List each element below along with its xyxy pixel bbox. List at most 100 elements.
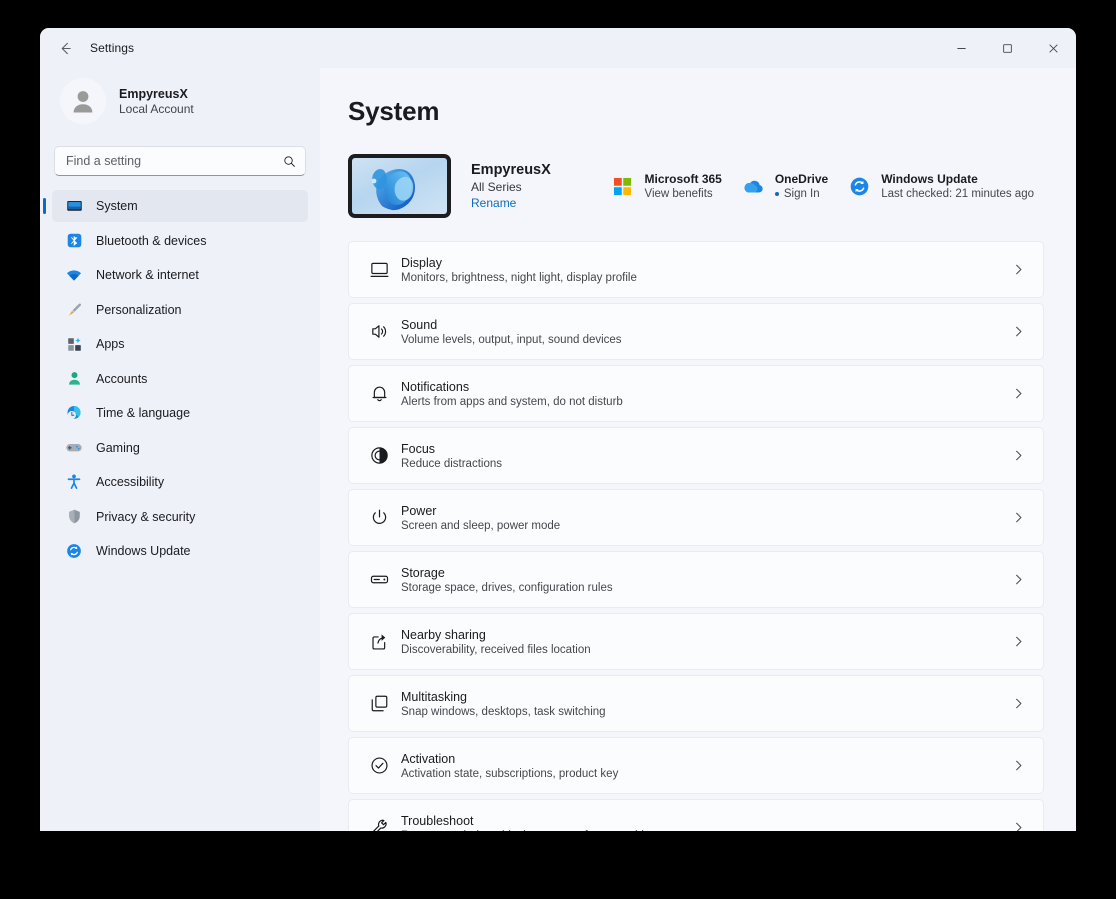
search-box[interactable] (54, 146, 306, 176)
sidebar-item-label: Privacy & security (96, 509, 196, 524)
sidebar-nav: System Bluetooth & devices Network & int… (52, 190, 308, 567)
sidebar-item-personalization[interactable]: Personalization (52, 294, 308, 326)
microsoft-logo-icon (611, 175, 633, 197)
status-card-microsoft-365[interactable]: Microsoft 365 View benefits (601, 166, 731, 206)
sidebar-item-apps[interactable]: Apps (52, 328, 308, 360)
status-card-onedrive[interactable]: OneDrive Sign In (732, 166, 838, 206)
settings-row-activation[interactable]: Activation Activation state, subscriptio… (348, 737, 1044, 794)
page-title: System (348, 96, 440, 126)
settings-row-storage[interactable]: Storage Storage space, drives, configura… (348, 551, 1044, 608)
row-sub: Discoverability, received files location (401, 643, 591, 656)
window-body: EmpyreusX Local Account Find a setting S… (40, 68, 1076, 831)
row-text: Troubleshoot Recommended troubleshooters… (401, 814, 669, 832)
sidebar-item-label: Apps (96, 337, 125, 351)
sidebar-item-label: Accessibility (96, 475, 165, 489)
status-sub: View benefits (644, 188, 713, 200)
row-text: Nearby sharing Discoverability, received… (401, 628, 591, 656)
bell-icon (357, 383, 401, 404)
chevron-right-icon (1012, 325, 1025, 338)
row-text: Storage Storage space, drives, configura… (401, 566, 613, 594)
row-title: Nearby sharing (401, 627, 486, 642)
status-sub: Sign In (774, 188, 828, 200)
settings-row-multitasking[interactable]: Multitasking Snap windows, desktops, tas… (348, 675, 1044, 732)
sidebar-item-label: Windows Update (96, 544, 191, 558)
sidebar-item-privacy-security[interactable]: Privacy & security (52, 501, 308, 533)
bluetooth-icon (65, 232, 83, 250)
check-circle-icon (357, 755, 401, 776)
row-sub: Recommended troubleshooters, preferences… (401, 830, 669, 832)
power-icon (357, 507, 401, 528)
status-cards: Microsoft 365 View benefits OneDrive Sig… (601, 166, 1044, 206)
brush-icon (65, 301, 83, 319)
sidebar-item-system[interactable]: System (52, 190, 308, 222)
settings-row-focus[interactable]: Focus Reduce distractions (348, 427, 1044, 484)
settings-row-nearby-sharing[interactable]: Nearby sharing Discoverability, received… (348, 613, 1044, 670)
sidebar-item-accounts[interactable]: Accounts (52, 363, 308, 395)
maximize-button[interactable] (984, 28, 1030, 68)
device-thumbnail (348, 154, 451, 218)
row-title: Storage (401, 565, 445, 580)
sidebar-item-label: Gaming (96, 440, 140, 455)
settings-row-display[interactable]: Display Monitors, brightness, night ligh… (348, 241, 1044, 298)
sidebar-item-label: Network & internet (96, 268, 199, 282)
close-icon (1048, 43, 1058, 53)
sidebar-item-accessibility[interactable]: Accessibility (52, 466, 308, 498)
chevron-right-icon (1012, 387, 1025, 400)
account-card[interactable]: EmpyreusX Local Account (52, 68, 308, 130)
windows-bloom-wallpaper (352, 158, 447, 214)
settings-row-notifications[interactable]: Notifications Alerts from apps and syste… (348, 365, 1044, 422)
search-icon (283, 155, 296, 168)
minimize-icon (956, 47, 966, 49)
row-title: Focus (401, 441, 436, 456)
minimize-button[interactable] (938, 28, 984, 68)
row-title: Notifications (401, 379, 470, 394)
status-sub: Last checked: 21 minutes ago (881, 188, 1034, 200)
row-title: Display (401, 255, 442, 270)
row-title: Multitasking (401, 689, 467, 704)
sidebar-item-label: Personalization (96, 302, 182, 317)
speaker-icon (357, 321, 401, 342)
wrench-icon (357, 817, 401, 831)
display-icon (357, 259, 401, 280)
chevron-right-icon (1012, 573, 1025, 586)
account-name: EmpyreusX (119, 86, 188, 101)
status-text: Windows Update Last checked: 21 minutes … (881, 172, 1034, 200)
status-text: OneDrive Sign In (774, 172, 829, 200)
sidebar-item-bluetooth-devices[interactable]: Bluetooth & devices (52, 225, 308, 257)
settings-window: Settings EmpyreusX Local Account Find a … (40, 28, 1076, 831)
maximize-icon (1002, 43, 1012, 53)
settings-row-sound[interactable]: Sound Volume levels, output, input, soun… (348, 303, 1044, 360)
status-title: OneDrive (774, 172, 829, 186)
sidebar-item-label: Time & language (96, 406, 191, 420)
sidebar-item-gaming[interactable]: Gaming (52, 432, 308, 464)
shield-icon (65, 508, 83, 526)
status-dot (774, 192, 779, 196)
rename-link[interactable]: Rename (471, 196, 551, 210)
settings-rows: Display Monitors, brightness, night ligh… (348, 241, 1044, 831)
apps-icon (65, 335, 83, 353)
account-icon (65, 370, 83, 388)
update-icon (65, 542, 83, 560)
sidebar-item-network-internet[interactable]: Network & internet (52, 259, 308, 291)
avatar (60, 78, 106, 124)
close-button[interactable] (1030, 28, 1076, 68)
sidebar-item-label: Accounts (96, 371, 148, 386)
onedrive-cloud-icon (742, 175, 764, 197)
chevron-right-icon (1012, 263, 1025, 276)
status-sub-label: Sign In (783, 188, 820, 200)
monitor-icon (65, 197, 83, 215)
settings-row-troubleshoot[interactable]: Troubleshoot Recommended troubleshooters… (348, 799, 1044, 831)
row-title: Power (401, 503, 437, 518)
row-sub: Snap windows, desktops, task switching (401, 705, 606, 718)
search-input[interactable] (66, 154, 283, 168)
settings-row-power[interactable]: Power Screen and sleep, power mode (348, 489, 1044, 546)
back-button[interactable] (48, 33, 82, 63)
chevron-right-icon (1012, 511, 1025, 524)
update-sync-icon (848, 175, 870, 197)
sidebar-item-label: Bluetooth & devices (96, 233, 207, 248)
row-sub: Reduce distractions (401, 457, 502, 470)
row-sub: Volume levels, output, input, sound devi… (401, 333, 622, 346)
sidebar-item-time-language[interactable]: Time & language (52, 397, 308, 429)
status-card-windows-update[interactable]: Windows Update Last checked: 21 minutes … (838, 166, 1044, 206)
sidebar-item-windows-update[interactable]: Windows Update (52, 535, 308, 567)
